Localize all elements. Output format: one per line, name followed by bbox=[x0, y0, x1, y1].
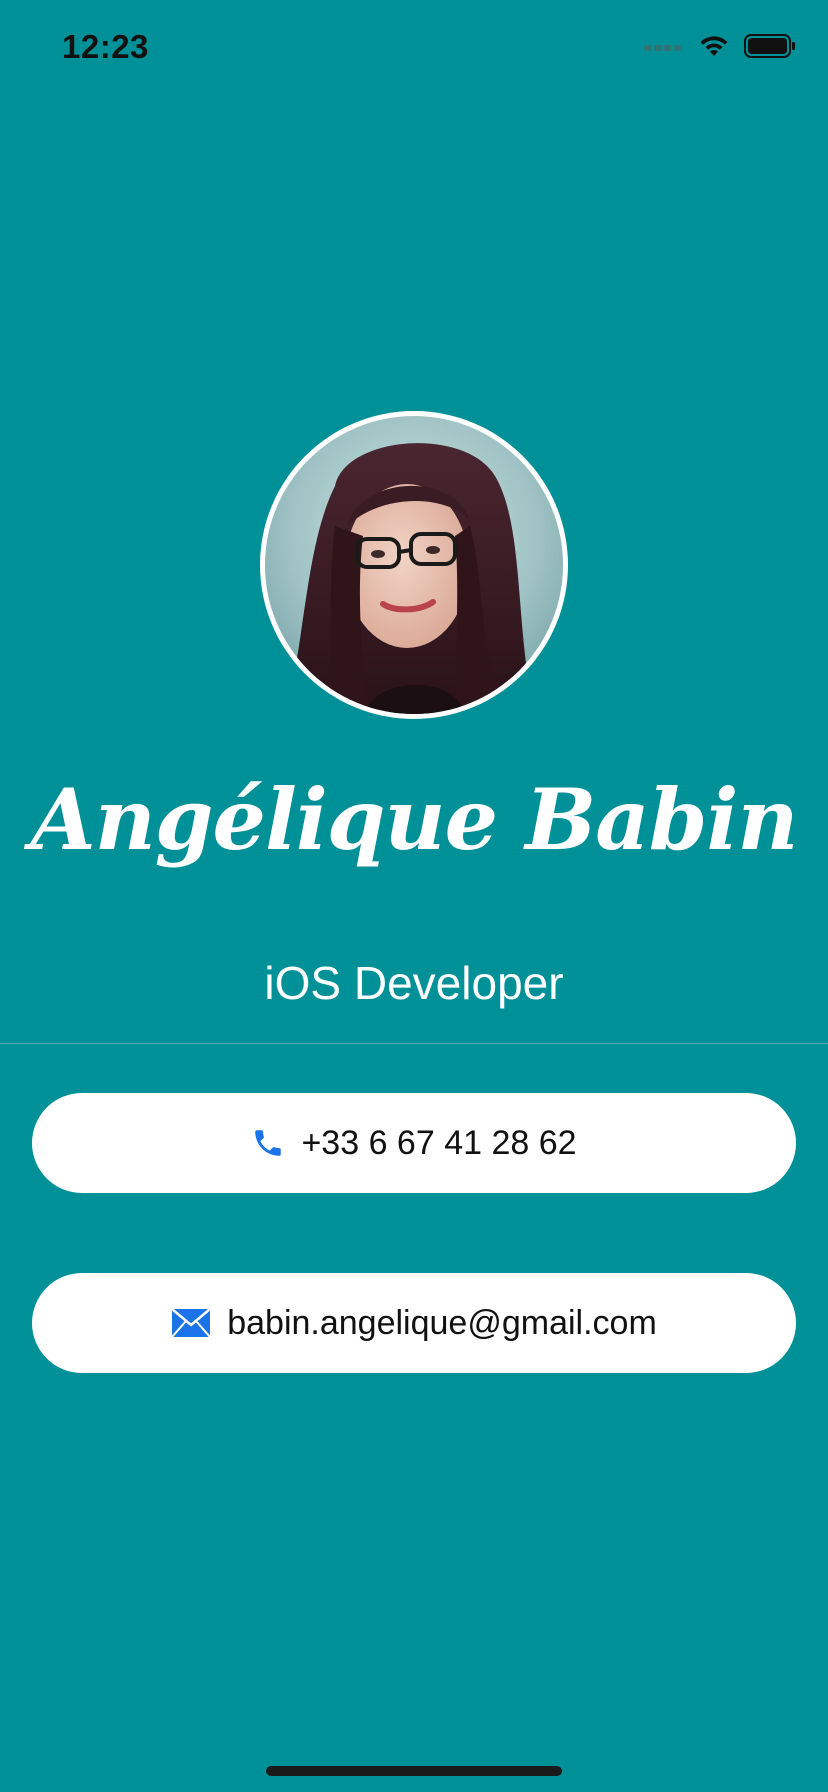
app-screen: 12:23 Angélique Babin iOS Developer +33 … bbox=[0, 0, 828, 1792]
status-icons bbox=[644, 34, 796, 58]
email-address-text: babin.angelique@gmail.com bbox=[227, 1303, 657, 1342]
phone-icon bbox=[251, 1126, 285, 1160]
phone-contact-button[interactable]: +33 6 67 41 28 62 bbox=[32, 1093, 796, 1193]
phone-number-text: +33 6 67 41 28 62 bbox=[301, 1123, 577, 1162]
profile-avatar bbox=[260, 411, 568, 719]
profile-title: iOS Developer bbox=[264, 957, 564, 1009]
home-indicator[interactable] bbox=[266, 1766, 562, 1776]
profile-photo bbox=[265, 416, 563, 714]
profile-name: Angélique Babin bbox=[30, 770, 799, 869]
battery-icon bbox=[744, 34, 796, 58]
envelope-icon bbox=[171, 1308, 212, 1338]
status-time: 12:23 bbox=[62, 28, 149, 65]
wifi-icon bbox=[698, 34, 730, 58]
divider bbox=[0, 1043, 828, 1044]
email-contact-button[interactable]: babin.angelique@gmail.com bbox=[32, 1273, 796, 1373]
cellular-signal-icon bbox=[644, 39, 684, 53]
